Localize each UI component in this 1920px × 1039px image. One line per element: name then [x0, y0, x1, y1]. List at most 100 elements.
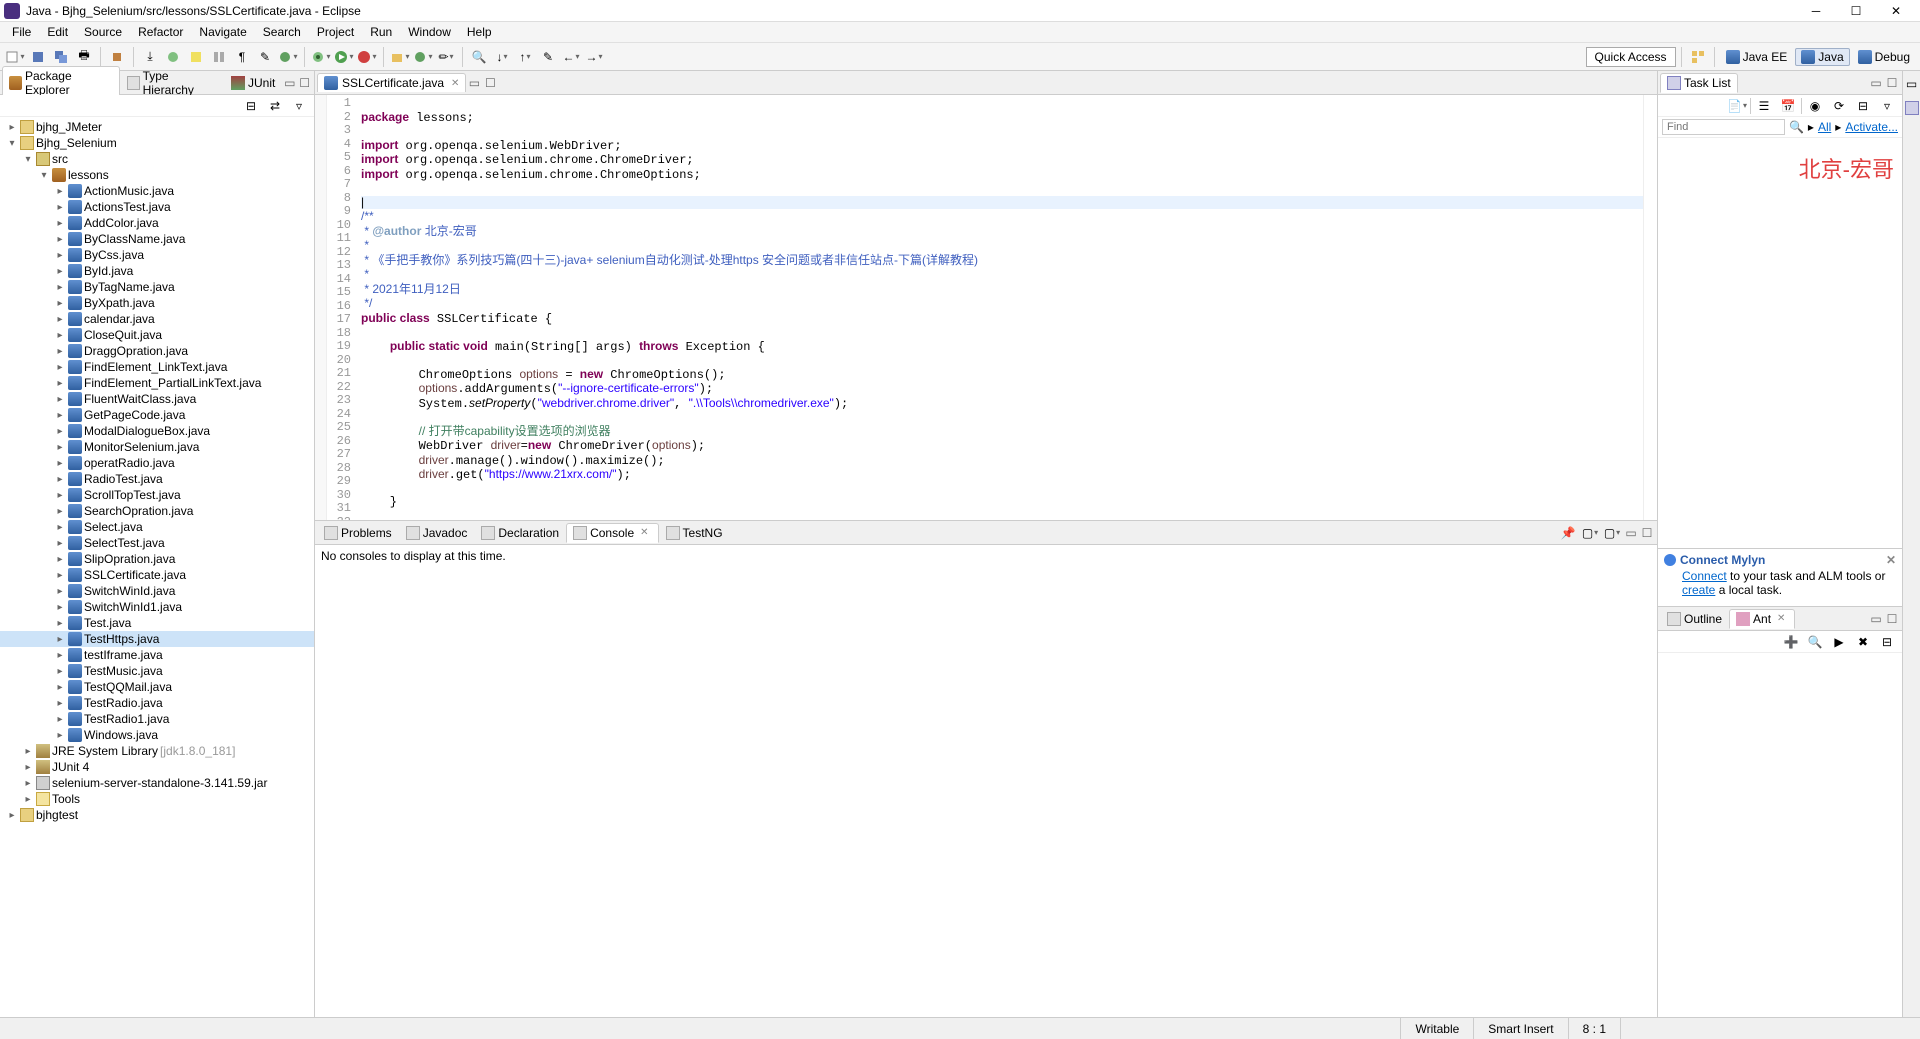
forward-button[interactable]: → — [583, 46, 605, 68]
tree-item[interactable]: ▸JUnit 4 — [0, 759, 314, 775]
menu-project[interactable]: Project — [309, 23, 362, 41]
tree-item[interactable]: ▸SearchOpration.java — [0, 503, 314, 519]
minimize-view-button[interactable]: ▭ — [282, 75, 297, 91]
new-button[interactable] — [4, 46, 26, 68]
tree-item[interactable]: ▸SelectTest.java — [0, 535, 314, 551]
tab-testng[interactable]: TestNG — [659, 523, 730, 543]
all-link[interactable]: All — [1818, 120, 1831, 134]
minimize-button[interactable]: ─ — [1796, 0, 1836, 22]
tree-item[interactable]: ▸SlipOpration.java — [0, 551, 314, 567]
tree-item[interactable]: ▸Windows.java — [0, 727, 314, 743]
tree-item[interactable]: ▾Bjhg_Selenium — [0, 135, 314, 151]
perspective-debug[interactable]: Debug — [1852, 48, 1916, 66]
open-perspective-button[interactable] — [1687, 46, 1709, 68]
tree-item[interactable]: ▸ById.java — [0, 263, 314, 279]
focus-button[interactable]: ◉ — [1804, 95, 1826, 117]
minimize-editor-button[interactable]: ▭ — [466, 75, 482, 91]
tree-item[interactable]: ▸TestRadio.java — [0, 695, 314, 711]
tree-item[interactable]: ▸SSLCertificate.java — [0, 567, 314, 583]
tree-item[interactable]: ▸ByClassName.java — [0, 231, 314, 247]
tab-ant[interactable]: Ant ✕ — [1729, 609, 1795, 629]
expand-icon[interactable]: ▸ — [1808, 120, 1814, 134]
tree-item[interactable]: ▸TestMusic.java — [0, 663, 314, 679]
maximize-editor-button[interactable]: ☐ — [482, 75, 498, 91]
perspective-java-ee[interactable]: Java EE — [1720, 48, 1794, 66]
restore-view-button[interactable]: ▭ — [1901, 73, 1920, 95]
tree-item[interactable]: ▸CloseQuit.java — [0, 327, 314, 343]
tree-item[interactable]: ▸Test.java — [0, 615, 314, 631]
connect-link[interactable]: Connect — [1682, 569, 1727, 583]
show-whitespace-button[interactable]: ¶ — [231, 46, 253, 68]
back-button[interactable]: ← — [560, 46, 582, 68]
tree-item[interactable]: ▸ByTagName.java — [0, 279, 314, 295]
menu-source[interactable]: Source — [76, 23, 130, 41]
run-last-button[interactable] — [356, 46, 378, 68]
maximize-tasklist-button[interactable]: ☐ — [1884, 75, 1900, 91]
view-menu-button[interactable]: ▿ — [288, 95, 310, 117]
tab-declaration[interactable]: Declaration — [474, 523, 566, 543]
close-icon[interactable]: ✕ — [637, 527, 651, 538]
close-tab-button[interactable]: ✕ — [448, 78, 462, 89]
tree-item[interactable]: ▸ScrollTopTest.java — [0, 487, 314, 503]
task-list-tab[interactable]: Task List — [1660, 73, 1738, 93]
save-button[interactable] — [27, 46, 49, 68]
create-link[interactable]: create — [1682, 583, 1715, 597]
maximize-view-button[interactable]: ☐ — [297, 75, 312, 91]
open-type-button[interactable]: ✏ — [435, 46, 457, 68]
close-mylyn-button[interactable]: ✕ — [1886, 553, 1896, 567]
minimize-outline-button[interactable]: ▭ — [1868, 611, 1884, 627]
tree-item[interactable]: ▸SwitchWinId.java — [0, 583, 314, 599]
categorize-button[interactable]: ☰ — [1753, 95, 1775, 117]
remove-all-button[interactable]: ⊟ — [1876, 631, 1898, 653]
menu-window[interactable]: Window — [400, 23, 459, 41]
tree-item[interactable]: ▸bjhgtest — [0, 807, 314, 823]
open-console-button[interactable]: ▢ — [1601, 522, 1623, 544]
save-all-button[interactable] — [50, 46, 72, 68]
tab-junit[interactable]: JUnit — [224, 73, 282, 93]
new-task-button[interactable]: 📄 — [1726, 95, 1748, 117]
tree-item[interactable]: ▸ActionMusic.java — [0, 183, 314, 199]
maximize-button[interactable]: ☐ — [1836, 0, 1876, 22]
menu-file[interactable]: File — [4, 23, 39, 41]
add-buildfile-button[interactable]: ➕ — [1780, 631, 1802, 653]
prev-annotation-button[interactable]: ↑ — [514, 46, 536, 68]
tree-item[interactable]: ▸MonitorSelenium.java — [0, 439, 314, 455]
menu-run[interactable]: Run — [362, 23, 400, 41]
hide-button[interactable]: 🔍 — [1804, 631, 1826, 653]
pin-console-button[interactable]: 📌 — [1557, 522, 1579, 544]
new-package-button[interactable] — [389, 46, 411, 68]
tree-item[interactable]: ▸operatRadio.java — [0, 455, 314, 471]
tab-outline[interactable]: Outline — [1660, 609, 1729, 629]
tree-item[interactable]: ▾lessons — [0, 167, 314, 183]
tree-item[interactable]: ▸calendar.java — [0, 311, 314, 327]
schedule-button[interactable]: 📅 — [1777, 95, 1799, 117]
tree-item[interactable]: ▸GetPageCode.java — [0, 407, 314, 423]
tree-item[interactable]: ▸ModalDialogueBox.java — [0, 423, 314, 439]
task-list-body[interactable]: 北京-宏哥 — [1658, 138, 1902, 548]
run-target-button[interactable]: ▶ — [1828, 631, 1850, 653]
tree-item[interactable]: ▸FindElement_LinkText.java — [0, 359, 314, 375]
tree-item[interactable]: ▸FindElement_PartialLinkText.java — [0, 375, 314, 391]
debug-button[interactable] — [310, 46, 332, 68]
run-button[interactable] — [333, 46, 355, 68]
tree-item[interactable]: ▸Tools — [0, 791, 314, 807]
minimize-console-button[interactable]: ▭ — [1623, 525, 1639, 541]
tree-item[interactable]: ▸SwitchWinId1.java — [0, 599, 314, 615]
tree-item[interactable]: ▸DraggOpration.java — [0, 343, 314, 359]
sync-button[interactable]: ⟳ — [1828, 95, 1850, 117]
editor-code[interactable]: package lessons; import org.openqa.selen… — [357, 95, 1643, 520]
tree-item[interactable]: ▸selenium-server-standalone-3.141.59.jar — [0, 775, 314, 791]
menu-help[interactable]: Help — [459, 23, 500, 41]
display-console-button[interactable]: ▢ — [1579, 522, 1601, 544]
maximize-console-button[interactable]: ☐ — [1639, 525, 1655, 541]
tree-item[interactable]: ▸TestQQMail.java — [0, 679, 314, 695]
tree-item[interactable]: ▸ActionsTest.java — [0, 199, 314, 215]
close-button[interactable]: ✕ — [1876, 0, 1916, 22]
maximize-outline-button[interactable]: ☐ — [1884, 611, 1900, 627]
editor-gutter[interactable]: 1234567891011121314151617181920212223242… — [327, 95, 357, 520]
collapse-button[interactable]: ⊟ — [1852, 95, 1874, 117]
skip-breakpoints-button[interactable]: ⤓ — [139, 46, 161, 68]
prev-edit-button[interactable]: ✎ — [254, 46, 276, 68]
tab-problems[interactable]: Problems — [317, 523, 399, 543]
tree-item[interactable]: ▸bjhg_JMeter — [0, 119, 314, 135]
